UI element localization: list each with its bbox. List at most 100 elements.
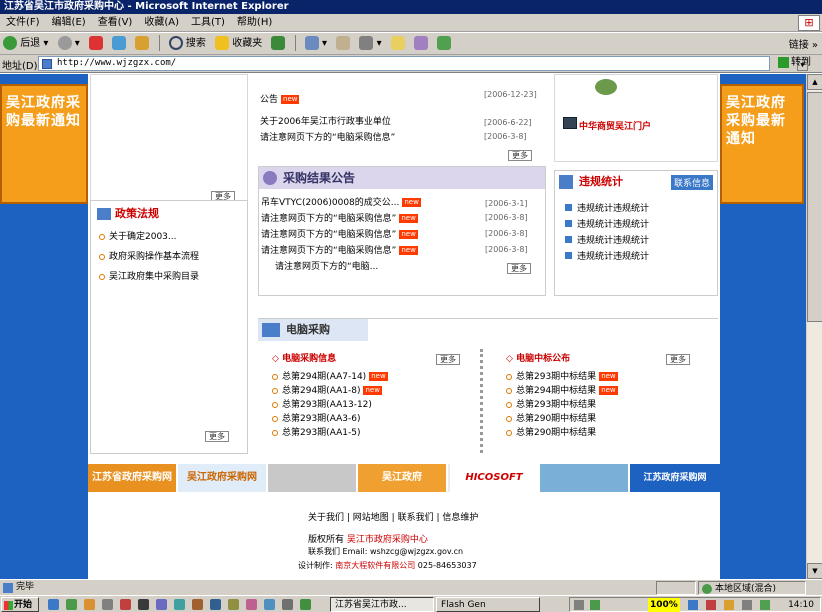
tray-app-icon[interactable] [724,600,734,610]
edit-button[interactable] [388,34,408,54]
menu-edit[interactable]: 编辑(E) [46,14,92,32]
result-item[interactable]: 请注意网页下方的“电脑采购信息” new [261,229,418,241]
result-item[interactable]: 吊车VTYC(2006)0008的成交公... new [261,197,421,209]
start-button[interactable]: 开始 [1,597,39,612]
quicklaunch-app-icon[interactable] [210,599,221,610]
stats-item[interactable]: 违规统计违规统计 [565,203,649,215]
result-item[interactable]: 请注意网页下方的“电脑采购信息” new [261,245,418,257]
quicklaunch-app-icon[interactable] [264,599,275,610]
vertical-scrollbar[interactable]: ▲ ▼ [806,74,822,579]
scroll-up-icon[interactable]: ▲ [807,74,822,90]
policy-item[interactable]: 政府采购操作基本流程 [99,251,199,263]
footer-link-about[interactable]: 关于我们 [308,513,344,523]
logo-link[interactable]: HICOSOFT [450,464,538,492]
computer-info-item[interactable]: 总第293期(AA3-6) [272,413,360,425]
portal-banner-box[interactable]: 中华商贸吴江门户 [554,74,718,162]
top-news-item[interactable]: 关于2006年吴江市行政事业单位 [260,116,391,128]
quicklaunch-app-icon[interactable] [282,599,293,610]
print-button[interactable]: ▾ [356,34,384,54]
home-button[interactable] [132,34,152,54]
tray-app-icon[interactable] [760,600,770,610]
quicklaunch-ie-icon[interactable] [48,599,59,610]
computer-info-more-button[interactable]: 更多 [436,354,460,365]
discuss-button[interactable] [411,34,431,54]
winning-more-button[interactable]: 更多 [666,354,690,365]
refresh-button[interactable] [109,34,129,54]
policy-more-button[interactable]: 更多 [205,431,229,442]
history-button[interactable]: ▾ [302,34,330,54]
winning-item[interactable]: 总第290期中标结果 [506,427,596,439]
computer-info-item[interactable]: 总第294期(AA7-14) new [272,371,388,383]
quicklaunch-app-icon[interactable] [156,599,167,610]
task-flash-gen[interactable]: Flash Gen [436,597,540,612]
footer-link-sitemap[interactable]: 网站地图 [353,513,389,523]
scroll-down-icon[interactable]: ▼ [807,563,822,579]
winning-item[interactable]: 总第293期中标结果 [506,399,596,411]
back-button[interactable]: 后退 ▾ [0,34,51,54]
winning-item[interactable]: 总第290期中标结果 [506,413,596,425]
messenger-button[interactable] [434,34,454,54]
input-method-icon[interactable] [574,600,584,610]
logo-link[interactable]: 吴江政府 [358,464,446,492]
policy-item[interactable]: 吴江政府集中采购目录 [99,271,199,283]
logo-link[interactable] [540,464,628,492]
footer-link-maintain[interactable]: 信息维护 [442,513,478,523]
clock[interactable]: 14:10 [788,598,814,612]
policy-item[interactable]: 关于确定2003... [99,231,177,243]
go-button[interactable]: 转到 [776,56,813,71]
contact-tab[interactable]: 联系信息 [670,175,713,190]
quicklaunch-app-icon[interactable] [246,599,257,610]
quicklaunch-desktop-icon[interactable] [66,599,77,610]
scroll-thumb[interactable] [807,92,822,322]
quicklaunch-app-icon[interactable] [192,599,203,610]
stop-button[interactable] [86,34,106,54]
favorites-button[interactable]: 收藏夹 [212,34,265,54]
logo-link[interactable] [268,464,356,492]
quicklaunch-app-icon[interactable] [174,599,185,610]
right-notice-banner[interactable]: 吴江政府采购最新通知 [720,84,804,204]
links-button[interactable]: 链接 » [789,36,818,51]
quicklaunch-app-icon[interactable] [300,599,311,610]
quicklaunch-app-icon[interactable] [102,599,113,610]
go-arrow-icon [778,56,789,68]
forward-button[interactable]: ▾ [55,34,83,54]
media-button[interactable] [268,34,288,54]
logo-link[interactable]: 江苏省政府采购网 [88,464,176,492]
menu-favorites[interactable]: 收藏(A) [138,14,185,32]
computer-info-item[interactable]: 总第293期(AA1-5) [272,427,360,439]
menu-view[interactable]: 查看(V) [92,14,139,32]
winning-item[interactable]: 总第294期中标结果 new [506,385,618,397]
top-news-item[interactable]: 请注意网页下方的“电脑采购信息” [260,132,395,144]
top-news-item[interactable]: 公告 new [260,94,300,106]
footer-link-contact[interactable]: 联系我们 [398,513,434,523]
quicklaunch-app-icon[interactable] [120,599,131,610]
quicklaunch-app-icon[interactable] [138,599,149,610]
logo-link[interactable]: 江苏政府采购网 [630,464,720,492]
menu-help[interactable]: 帮助(H) [231,14,278,32]
result-item[interactable]: 请注意网页下方的“电脑采购信息” new [261,213,418,225]
computer-info-item[interactable]: 总第293期(AA13-12) [272,399,372,411]
left-notice-banner[interactable]: 吴江政府采购最新通知 [0,84,88,204]
result-item[interactable]: 请注意网页下方的“电脑... [275,261,378,273]
mail-button[interactable] [333,34,353,54]
network-icon[interactable] [590,600,600,610]
menu-file[interactable]: 文件(F) [0,14,46,32]
tray-app-icon[interactable] [688,600,698,610]
stats-item[interactable]: 违规统计违规统计 [565,235,649,247]
logo-link[interactable]: 吴江政府采购网 [178,464,266,492]
address-input[interactable]: http://www.wjzgzx.com/▼ [38,56,808,71]
quicklaunch-folder-icon[interactable] [84,599,95,610]
winning-item[interactable]: 总第293期中标结果 new [506,371,618,383]
top-news-more-button[interactable]: 更多 [508,150,532,161]
task-ie-window[interactable]: 江苏省吴江市政... [330,597,434,612]
stats-item[interactable]: 违规统计违规统计 [565,251,649,263]
quicklaunch-app-icon[interactable] [228,599,239,610]
stats-item[interactable]: 违规统计违规统计 [565,219,649,231]
computer-info-item[interactable]: 总第294期(AA1-8) new [272,385,382,397]
menu-tools[interactable]: 工具(T) [185,14,231,32]
search-button[interactable]: 搜索 [166,34,209,54]
results-more-button[interactable]: 更多 [507,263,531,274]
tray-app-icon[interactable] [706,600,716,610]
tray-app-icon[interactable] [742,600,752,610]
input-indicator[interactable]: 100% [648,598,680,612]
